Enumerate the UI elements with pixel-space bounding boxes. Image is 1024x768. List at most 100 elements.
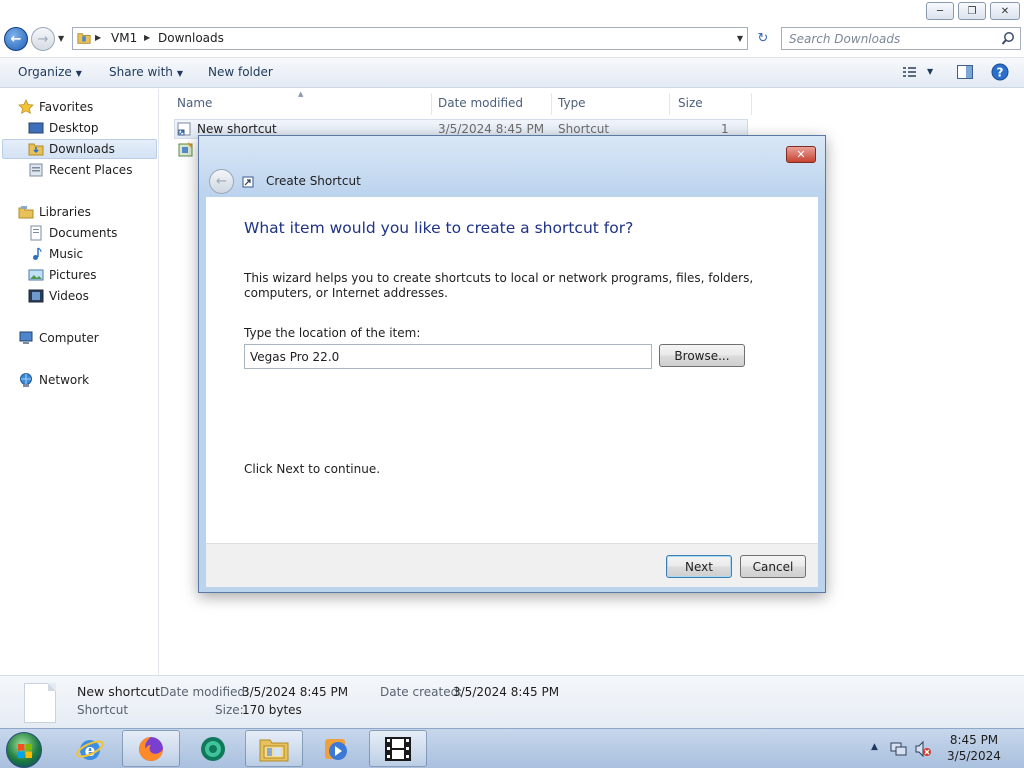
show-hidden-icons-button[interactable]: ▲ bbox=[871, 742, 878, 752]
taskbar-internet-explorer[interactable]: e bbox=[61, 730, 119, 767]
sidebar-item-desktop[interactable]: Desktop bbox=[28, 118, 99, 138]
wizard-back-button[interactable]: ← bbox=[209, 169, 234, 194]
column-header-name[interactable]: ▲ Name bbox=[160, 90, 432, 115]
file-preview-icon bbox=[24, 683, 56, 723]
dialog-description: This wizard helps you to create shortcut… bbox=[244, 271, 754, 300]
column-header-date-modified[interactable]: Date modified bbox=[432, 93, 552, 115]
taskbar-app-green[interactable] bbox=[184, 730, 242, 767]
recent-places-icon bbox=[29, 163, 43, 177]
file-type: Shortcut bbox=[558, 122, 610, 136]
address-dropdown-icon[interactable]: ▼ bbox=[737, 34, 743, 43]
location-label: Type the location of the item: bbox=[244, 326, 421, 340]
libraries-icon bbox=[18, 206, 34, 219]
arrow-left-icon: ← bbox=[10, 31, 22, 47]
refresh-icon: ↻ bbox=[757, 31, 769, 46]
organize-label: Organize bbox=[18, 65, 72, 79]
star-icon bbox=[18, 99, 34, 114]
sidebar-item-music[interactable]: Music bbox=[28, 244, 83, 264]
volume-muted-icon[interactable] bbox=[914, 740, 932, 758]
forward-button[interactable]: → bbox=[31, 27, 55, 51]
sidebar-item-videos[interactable]: Videos bbox=[28, 286, 89, 306]
sidebar-item-recent-places[interactable]: Recent Places bbox=[28, 160, 132, 180]
view-dropdown-icon[interactable]: ▼ bbox=[927, 67, 933, 76]
dialog-close-button[interactable]: ✕ bbox=[786, 146, 816, 163]
restore-button[interactable]: ❐ bbox=[958, 2, 986, 20]
sidebar-item-pictures[interactable]: Pictures bbox=[28, 265, 97, 285]
share-with-menu[interactable]: Share with ▼ bbox=[109, 65, 183, 79]
column-header-label: Type bbox=[558, 96, 586, 110]
svg-text:?: ? bbox=[997, 66, 1004, 80]
location-input[interactable] bbox=[244, 344, 652, 369]
recent-pages-dropdown[interactable]: ▼ bbox=[58, 34, 64, 43]
sidebar-item-documents[interactable]: Documents bbox=[28, 223, 117, 243]
organize-menu[interactable]: Organize ▼ bbox=[18, 65, 82, 79]
column-header-size[interactable]: Size bbox=[670, 93, 752, 115]
sidebar-item-label: Videos bbox=[49, 289, 89, 303]
taskbar-windows-explorer[interactable] bbox=[245, 730, 303, 767]
firefox-icon bbox=[139, 736, 163, 761]
shortcut-icon bbox=[242, 176, 254, 188]
cancel-button[interactable]: Cancel bbox=[740, 555, 806, 578]
next-button[interactable]: Next bbox=[666, 555, 732, 578]
address-field[interactable]: ▶ VM1 ▶ Downloads ▼ bbox=[72, 27, 748, 50]
column-header-type[interactable]: Type bbox=[552, 93, 670, 115]
sidebar-item-network[interactable]: Network bbox=[18, 370, 89, 390]
minimize-icon: ─ bbox=[936, 5, 944, 17]
breadcrumb-separator[interactable]: ▶ bbox=[144, 33, 150, 42]
windows-logo-icon bbox=[18, 744, 32, 758]
sidebar-item-downloads[interactable]: Downloads bbox=[2, 139, 157, 159]
view-options-icon[interactable] bbox=[901, 63, 919, 81]
breadcrumb-separator[interactable]: ▶ bbox=[95, 33, 101, 42]
sidebar-item-label: Favorites bbox=[39, 100, 94, 114]
media-player-icon bbox=[325, 738, 347, 760]
sidebar-item-libraries[interactable]: Libraries bbox=[18, 202, 91, 222]
clock-date: 3/5/2024 bbox=[947, 749, 1001, 763]
search-box[interactable] bbox=[781, 27, 1021, 50]
folder-icon bbox=[77, 33, 91, 44]
sidebar-item-label: Documents bbox=[49, 226, 118, 240]
sidebar-item-label: Pictures bbox=[49, 268, 97, 282]
network-status-icon[interactable] bbox=[890, 741, 908, 757]
taskbar-video-editor[interactable] bbox=[369, 730, 427, 767]
search-icon[interactable] bbox=[1001, 31, 1015, 46]
taskbar-media-player[interactable] bbox=[307, 730, 365, 767]
clock-time: 8:45 PM bbox=[949, 733, 999, 747]
chevron-down-icon: ▼ bbox=[75, 69, 82, 78]
help-icon[interactable]: ? bbox=[991, 63, 1009, 81]
preview-pane-icon[interactable] bbox=[956, 63, 974, 81]
close-window-button[interactable]: ✕ bbox=[990, 2, 1020, 20]
back-button[interactable]: ← bbox=[4, 27, 28, 51]
shortcut-file-icon bbox=[177, 122, 191, 136]
sidebar-item-favorites[interactable]: Favorites bbox=[18, 97, 93, 117]
folder-icon bbox=[259, 739, 289, 761]
close-icon: ✕ bbox=[796, 148, 806, 161]
system-clock[interactable]: 8:45 PM 3/5/2024 bbox=[935, 732, 1013, 764]
explorer-titlebar: ─ ❐ ✕ bbox=[0, 0, 1024, 24]
dialog-heading: What item would you like to create a sho… bbox=[244, 219, 634, 237]
sidebar-item-label: Music bbox=[49, 247, 84, 261]
search-input[interactable] bbox=[782, 28, 982, 49]
taskbar: e ▲ 8:45 PM 3/5/2024 bbox=[0, 728, 1024, 768]
desktop-icon bbox=[28, 122, 44, 134]
details-modified-label: Date modified: bbox=[160, 685, 250, 699]
new-folder-button[interactable]: New folder bbox=[208, 65, 273, 79]
details-modified-value: 3/5/2024 8:45 PM bbox=[242, 685, 349, 699]
details-created-label: Date created: bbox=[380, 685, 463, 699]
sidebar-item-computer[interactable]: Computer bbox=[18, 328, 99, 348]
minimize-button[interactable]: ─ bbox=[926, 2, 954, 20]
refresh-button[interactable]: ↻ bbox=[752, 27, 774, 50]
details-size-label: Size: bbox=[215, 703, 244, 717]
breadcrumb-vm1[interactable]: VM1 bbox=[111, 31, 137, 45]
installer-file-icon[interactable] bbox=[178, 142, 194, 158]
column-header-label: Name bbox=[177, 96, 213, 110]
details-pane: New shortcut Shortcut Date modified: 3/5… bbox=[0, 675, 1024, 728]
start-button[interactable] bbox=[6, 732, 42, 768]
column-header-label: Size bbox=[678, 96, 703, 110]
details-created-value: 3/5/2024 8:45 PM bbox=[453, 685, 560, 699]
browse-button[interactable]: Browse... bbox=[659, 344, 745, 367]
documents-icon bbox=[30, 225, 42, 241]
breadcrumb-downloads[interactable]: Downloads bbox=[158, 31, 224, 45]
taskbar-firefox[interactable] bbox=[122, 730, 180, 767]
restore-icon: ❐ bbox=[967, 5, 977, 17]
film-strip-icon bbox=[385, 736, 411, 761]
